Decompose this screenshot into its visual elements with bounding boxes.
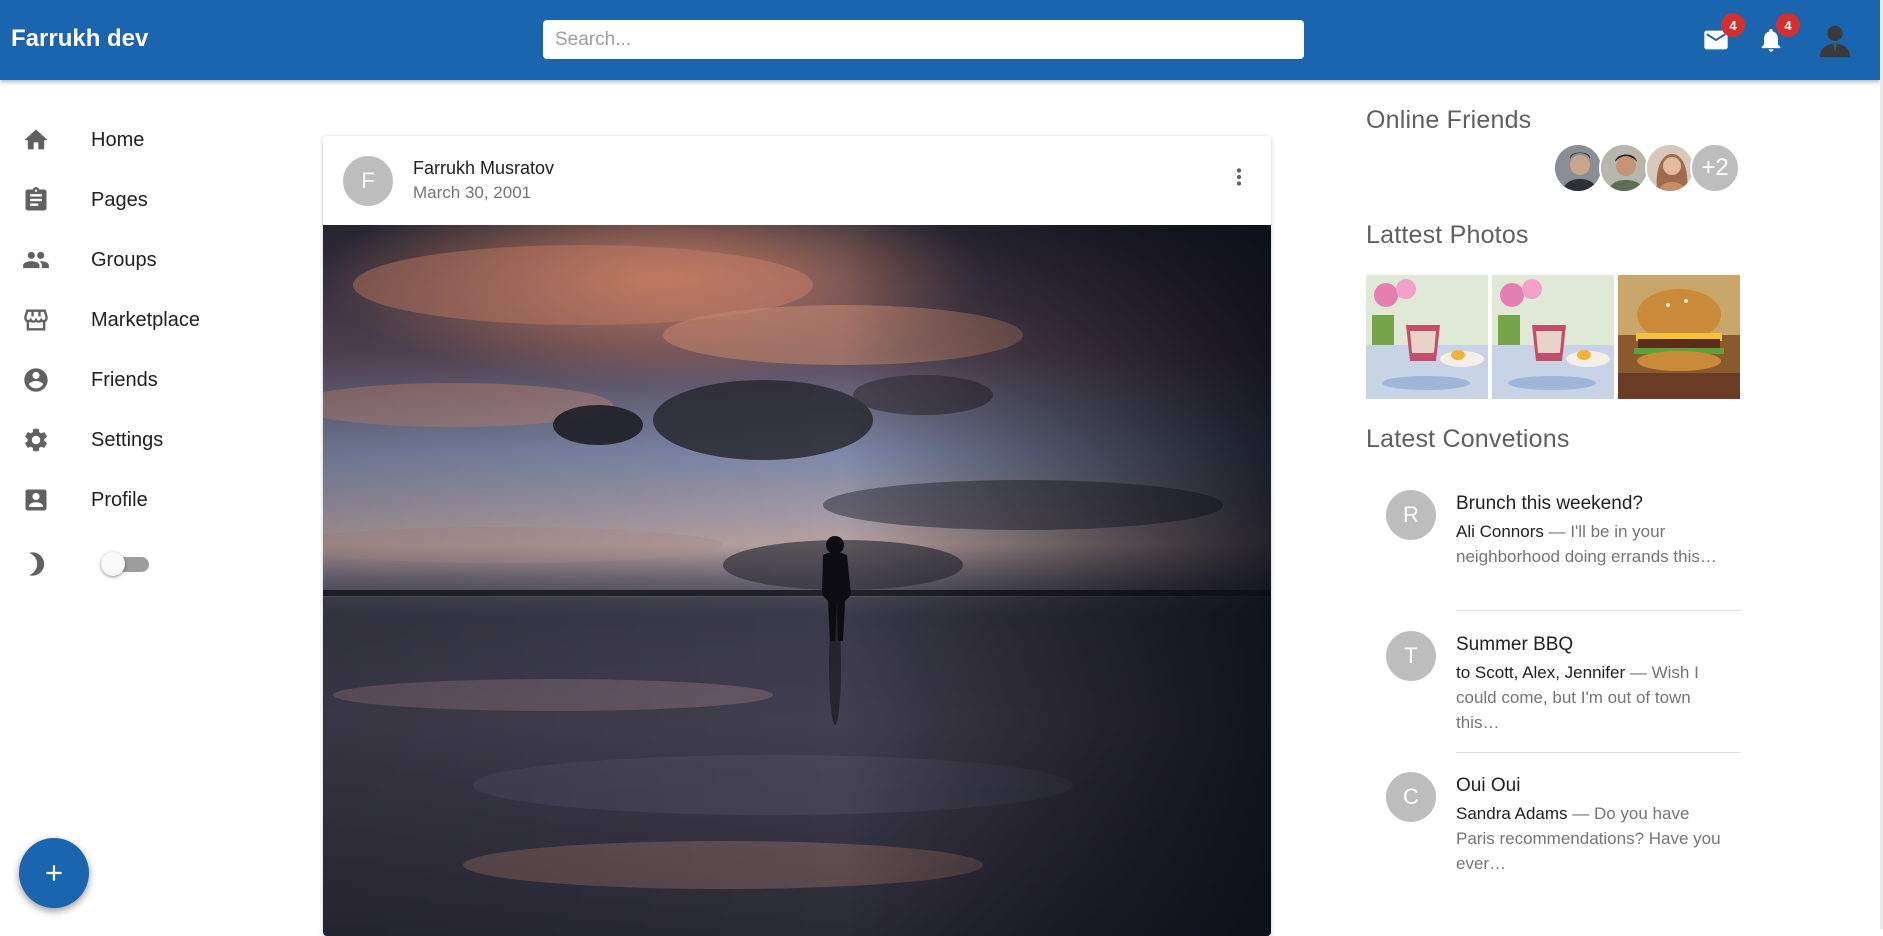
conversation-divider [1456,610,1741,611]
online-friends-title: Online Friends [1366,106,1532,134]
notifications-button[interactable]: 4 [1754,13,1800,57]
online-friends-more[interactable]: +2 [1690,143,1740,193]
post-image[interactable] [323,225,1271,936]
post-card: F Farrukh Musratov March 30, 2001 [323,136,1271,936]
group-icon [22,246,50,274]
sidebar-item-label: Groups [91,248,157,271]
sidebar-item-label: Marketplace [91,308,200,331]
account-circle-icon [22,366,50,394]
latest-photo-thumbnail[interactable] [1492,275,1614,399]
latest-photos-title: Lattest Photos [1366,221,1529,249]
conversation-sender: Ali Connors [1456,522,1544,541]
conversation-preview: Sandra Adams — Do you have Paris recomme… [1456,801,1726,876]
conversation-sender: to Scott, Alex, Jennifer [1456,663,1626,682]
dark-mode-toggle[interactable] [101,552,149,576]
conversation-avatar: R [1386,490,1436,540]
sidebar-item-settings[interactable]: Settings [0,415,280,465]
sidebar-item-friends[interactable]: Friends [0,355,280,405]
post-date: March 30, 2001 [413,183,532,202]
post-author-name[interactable]: Farrukh Musratov [413,158,554,179]
mail-badge: 4 [1721,13,1745,37]
sidebar-item-label: Pages [91,188,148,211]
moon-icon [22,550,50,578]
post-menu-button[interactable] [1222,160,1256,194]
add-fab-button[interactable] [19,838,89,908]
conversation-item[interactable]: T Summer BBQ to Scott, Alex, Jennifer — … [1366,625,1742,745]
conversation-preview: to Scott, Alex, Jennifer — Wish I could … [1456,660,1726,735]
mail-button[interactable]: 4 [1699,13,1745,57]
conversation-title: Brunch this weekend? [1456,493,1643,514]
conversation-preview: Ali Connors — I'll be in your neighborho… [1456,519,1726,569]
home-icon [22,126,50,154]
sidebar-item-profile[interactable]: Profile [0,475,280,525]
conversation-avatar: T [1386,631,1436,681]
latest-conversations-title: Latest Convetions [1366,425,1570,453]
notifications-badge: 4 [1776,13,1800,37]
post-author-avatar[interactable]: F [343,156,393,206]
user-avatar-button[interactable] [1815,20,1855,60]
sidebar-item-marketplace[interactable]: Marketplace [0,295,280,345]
sidebar-item-pages[interactable]: Pages [0,175,280,225]
conversation-avatar: C [1386,772,1436,822]
online-friend-avatar[interactable] [1645,143,1695,193]
search-input[interactable] [543,20,1304,59]
conversation-sender: Sandra Adams [1456,804,1568,823]
online-friend-avatar[interactable] [1553,143,1603,193]
conversation-item[interactable]: C Oui Oui Sandra Adams — Do you have Par… [1366,766,1742,886]
clipboard-icon [22,186,50,214]
sidebar-item-label: Home [91,128,145,151]
sidebar-item-groups[interactable]: Groups [0,235,280,285]
user-silhouette-icon [1819,25,1851,58]
online-friend-avatar[interactable] [1599,143,1649,193]
conversation-divider [1456,752,1741,753]
conversation-title: Oui Oui [1456,775,1521,796]
app-bar: Farrukh dev 4 4 [0,0,1880,80]
toggle-thumb [101,552,125,576]
account-box-icon [22,486,50,514]
sidebar-item-label: Settings [91,428,164,451]
conversation-item[interactable]: R Brunch this weekend? Ali Connors — I'l… [1366,484,1742,604]
latest-photo-thumbnail[interactable] [1618,275,1740,399]
latest-photo-thumbnail[interactable] [1366,275,1488,399]
plus-icon [46,865,62,881]
app-title[interactable]: Farrukh dev [11,25,148,53]
sidebar-item-home[interactable]: Home [0,115,280,165]
more-vert-icon [1236,168,1242,186]
sidebar-item-label: Profile [91,488,148,511]
storefront-icon [22,306,50,334]
gear-icon [22,426,50,454]
sidebar-item-label: Friends [91,368,158,391]
conversation-title: Summer BBQ [1456,634,1574,655]
